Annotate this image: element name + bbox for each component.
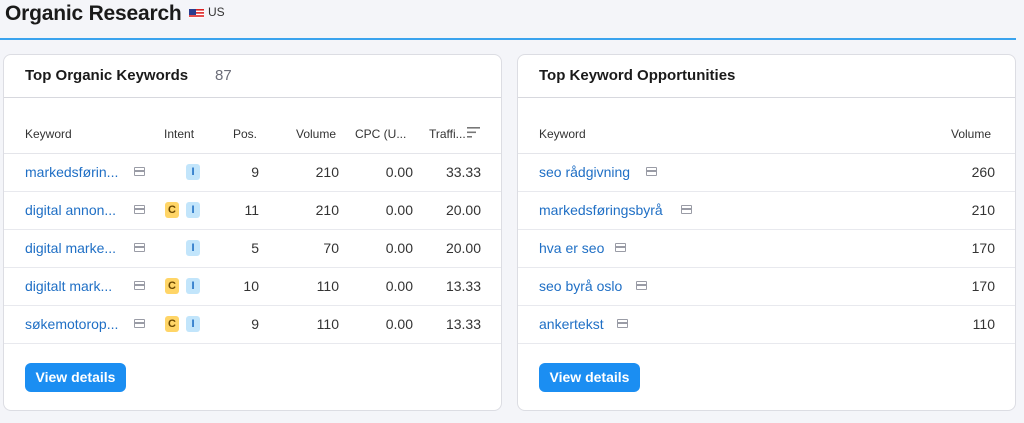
- view-details-button[interactable]: View details: [25, 363, 126, 392]
- volume-value: 170: [971, 240, 995, 256]
- serp-features-icon[interactable]: [681, 205, 692, 214]
- keyword-link[interactable]: hva er seo: [539, 240, 604, 256]
- intent-badge-commercial: C: [165, 202, 179, 218]
- column-header-volume[interactable]: Volume: [951, 127, 991, 141]
- view-details-button[interactable]: View details: [539, 363, 640, 392]
- keyword-link[interactable]: seo rådgivning: [539, 164, 630, 180]
- serp-features-icon[interactable]: [617, 319, 628, 328]
- table-row: markedsføringsbyrå 210: [518, 191, 1015, 230]
- intent-badge-commercial: C: [165, 278, 179, 294]
- intent-badge-informational: I: [186, 240, 200, 256]
- position-value: 10: [243, 278, 259, 294]
- table-header: Keyword Intent Pos. Volume CPC (U... Tra…: [4, 115, 501, 154]
- table-row: søkemotorop... C I 9 110 0.00 13.33: [4, 305, 501, 344]
- intent-badge-informational: I: [186, 316, 200, 332]
- position-value: 11: [244, 202, 259, 218]
- keyword-count: 87: [215, 67, 232, 84]
- column-header-traffic[interactable]: Traffi...: [429, 127, 466, 141]
- table-row: digital annon... C I 11 210 0.00 20.00: [4, 191, 501, 230]
- volume-value: 210: [971, 202, 995, 218]
- top-keyword-opportunities-card: Top Keyword Opportunities Keyword Volume…: [517, 54, 1016, 411]
- volume-value: 210: [315, 202, 339, 218]
- serp-features-icon[interactable]: [646, 167, 657, 176]
- table-row: digital marke... I 5 70 0.00 20.00: [4, 229, 501, 268]
- page-title: Organic Research: [5, 2, 182, 25]
- table-row: ankertekst 110: [518, 305, 1015, 344]
- traffic-value: 13.33: [445, 316, 481, 332]
- volume-value: 110: [316, 278, 339, 294]
- page-header: Organic Research US: [0, 0, 1016, 40]
- column-header-keyword[interactable]: Keyword: [539, 127, 586, 141]
- cpc-value: 0.00: [385, 202, 413, 218]
- position-value: 9: [251, 164, 259, 180]
- position-value: 5: [251, 240, 259, 256]
- intent-badge-informational: I: [186, 278, 200, 294]
- serp-features-icon[interactable]: [636, 281, 647, 290]
- us-flag-icon: [189, 7, 204, 18]
- serp-features-icon[interactable]: [615, 243, 626, 252]
- card-header: Top Organic Keywords 87: [4, 55, 501, 98]
- cpc-value: 0.00: [385, 278, 413, 294]
- volume-value: 110: [972, 316, 995, 332]
- cpc-value: 0.00: [385, 164, 413, 180]
- keyword-link[interactable]: digital marke...: [25, 240, 116, 256]
- intent-badge-informational: I: [186, 164, 200, 180]
- traffic-value: 20.00: [445, 240, 481, 256]
- cpc-value: 0.00: [385, 316, 413, 332]
- volume-value: 260: [971, 164, 995, 180]
- serp-features-icon[interactable]: [134, 205, 145, 214]
- column-header-position[interactable]: Pos.: [233, 127, 257, 141]
- top-organic-keywords-card: Top Organic Keywords 87 Keyword Intent P…: [3, 54, 502, 411]
- keyword-link[interactable]: seo byrå oslo: [539, 278, 622, 294]
- volume-value: 210: [315, 164, 339, 180]
- table-row: hva er seo 170: [518, 229, 1015, 268]
- sort-descending-icon[interactable]: [467, 127, 480, 138]
- card-header: Top Keyword Opportunities: [518, 55, 1015, 98]
- country-label: US: [208, 5, 225, 19]
- table-row: digitalt mark... C I 10 110 0.00 13.33: [4, 267, 501, 306]
- position-value: 9: [251, 316, 259, 332]
- intent-badge-commercial: C: [165, 316, 179, 332]
- keyword-link[interactable]: digital annon...: [25, 202, 116, 218]
- table-row: seo rådgivning 260: [518, 153, 1015, 192]
- traffic-value: 20.00: [445, 202, 481, 218]
- traffic-value: 33.33: [445, 164, 481, 180]
- serp-features-icon[interactable]: [134, 243, 145, 252]
- keyword-link[interactable]: søkemotorop...: [25, 316, 118, 332]
- volume-value: 110: [316, 316, 339, 332]
- keyword-link[interactable]: markedsføringsbyrå: [539, 202, 663, 218]
- table-row: seo byrå oslo 170: [518, 267, 1015, 306]
- serp-features-icon[interactable]: [134, 167, 145, 176]
- keyword-link[interactable]: digitalt mark...: [25, 278, 112, 294]
- serp-features-icon[interactable]: [134, 319, 145, 328]
- table-header: Keyword Volume: [518, 115, 1015, 154]
- serp-features-icon[interactable]: [134, 281, 145, 290]
- column-header-volume[interactable]: Volume: [296, 127, 336, 141]
- card-title: Top Organic Keywords: [25, 67, 189, 84]
- keyword-link[interactable]: markedsførin...: [25, 164, 118, 180]
- column-header-cpc[interactable]: CPC (U...: [355, 127, 406, 141]
- intent-badge-informational: I: [186, 202, 200, 218]
- column-header-keyword[interactable]: Keyword: [25, 127, 72, 141]
- volume-value: 70: [323, 240, 339, 256]
- cpc-value: 0.00: [385, 240, 413, 256]
- keyword-link[interactable]: ankertekst: [539, 316, 604, 332]
- column-header-intent[interactable]: Intent: [164, 127, 194, 141]
- card-title: Top Keyword Opportunities: [539, 67, 736, 84]
- table-row: markedsførin... I 9 210 0.00 33.33: [4, 153, 501, 192]
- volume-value: 170: [971, 278, 995, 294]
- traffic-value: 13.33: [445, 278, 481, 294]
